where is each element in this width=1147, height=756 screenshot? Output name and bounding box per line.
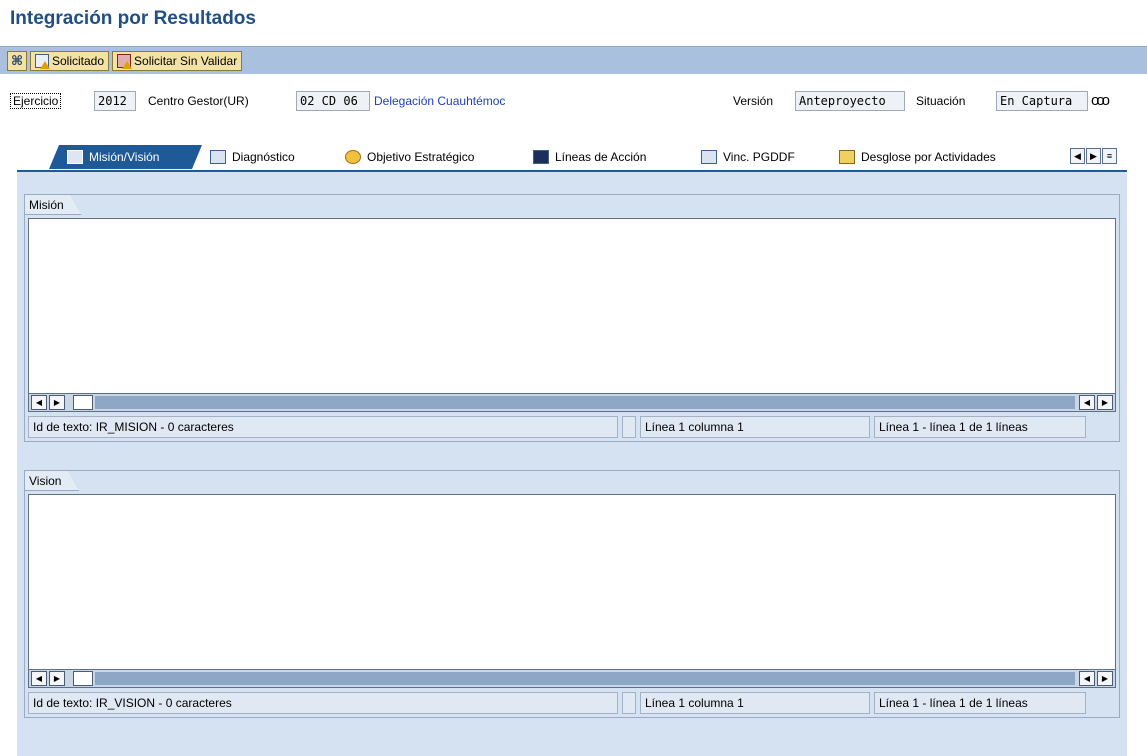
tab-objetivo-estrategico[interactable]: Objetivo Estratégico — [327, 145, 527, 169]
scroll-track[interactable] — [95, 672, 1075, 685]
tab-diagnostico[interactable]: Diagnóstico — [192, 145, 339, 169]
grid-icon — [533, 150, 549, 164]
vision-text-id: Id de texto: IR_VISION - 0 caracteres — [28, 692, 618, 714]
header-fields: Ejercicio 2012 Centro Gestor(UR) 02 CD 0… — [0, 90, 1147, 114]
application-toolbar: ⌘ Solicitado Solicitar Sin Validar — [0, 46, 1147, 74]
mision-horizontal-scrollbar[interactable]: ◀ ▶ ◀ ▶ — [29, 393, 1115, 411]
version-label: Versión — [733, 94, 774, 108]
target-icon — [345, 150, 361, 164]
tab-desglose-actividades[interactable]: Desglose por Actividades — [821, 145, 1057, 169]
scroll-right-button[interactable]: ▶ — [49, 671, 65, 686]
scroll-right-end-button[interactable]: ▶ — [1097, 671, 1113, 686]
scroll-track[interactable] — [95, 396, 1075, 409]
mision-text-id: Id de texto: IR_MISION - 0 caracteres — [28, 416, 618, 438]
tab-strip: Misión/Visión Diagnóstico Objetivo Estra… — [17, 145, 1127, 171]
mision-cursor-position: Línea 1 columna 1 — [640, 416, 870, 438]
tab-scroll-right-button[interactable]: ▶ — [1086, 148, 1101, 164]
centro-gestor-description: Delegación Cuauhtémoc — [374, 94, 506, 108]
mision-group-title: Misión — [25, 195, 82, 215]
tab-list-button[interactable]: ≡ — [1102, 148, 1117, 164]
situacion-field[interactable]: En Captura — [996, 91, 1088, 111]
solicitado-label: Solicitado — [52, 53, 105, 68]
centro-gestor-label: Centro Gestor(UR) — [148, 94, 249, 108]
mision-group: Misión ◀ ▶ ◀ ▶ Id de texto: IR_MISION - … — [24, 194, 1120, 442]
vision-cursor-position: Línea 1 columna 1 — [640, 692, 870, 714]
tab-lineas-accion[interactable]: Líneas de Acción — [515, 145, 695, 169]
pencil-icon — [839, 150, 855, 164]
vision-text-editor[interactable]: ◀ ▶ ◀ ▶ — [28, 494, 1116, 688]
status-separator — [622, 416, 636, 438]
solicitado-button[interactable]: Solicitado — [30, 50, 110, 71]
request-no-validate-icon — [117, 53, 133, 69]
vision-horizontal-scrollbar[interactable]: ◀ ▶ ◀ ▶ — [29, 669, 1115, 687]
hierarchy-button[interactable]: ⌘ — [7, 50, 27, 71]
scroll-thumb[interactable] — [73, 395, 93, 410]
page-title: Integración por Resultados — [10, 8, 256, 29]
tab-label: Desglose por Actividades — [861, 150, 996, 164]
solicitar-sin-validar-label: Solicitar Sin Validar — [134, 53, 238, 68]
vision-line-count: Línea 1 - línea 1 de 1 líneas — [874, 692, 1086, 714]
tab-scroll-left-button[interactable]: ◀ — [1070, 148, 1085, 164]
scroll-left-end-button[interactable]: ◀ — [1079, 671, 1095, 686]
tab-content-area: Misión ◀ ▶ ◀ ▶ Id de texto: IR_MISION - … — [17, 170, 1127, 756]
tab-label: Líneas de Acción — [555, 150, 647, 164]
vision-group: Vision ◀ ▶ ◀ ▶ Id de texto: IR_VISION - … — [24, 470, 1120, 718]
version-field[interactable]: Anteproyecto — [795, 91, 905, 111]
scroll-left-end-button[interactable]: ◀ — [1079, 395, 1095, 410]
status-lights-icon: ooo — [1091, 92, 1110, 109]
situacion-label: Situación — [916, 94, 966, 108]
scroll-left-button[interactable]: ◀ — [31, 395, 47, 410]
scroll-right-button[interactable]: ▶ — [49, 395, 65, 410]
centro-gestor-field[interactable]: 02 CD 06 — [296, 91, 370, 111]
hierarchy-icon: ⌘ — [10, 52, 24, 68]
tab-vinc-pgddf[interactable]: Vinc. PGDDF — [683, 145, 833, 169]
vision-status-bar: Id de texto: IR_VISION - 0 caracteres Lí… — [28, 692, 1116, 714]
window-icon — [210, 150, 226, 164]
status-separator — [622, 692, 636, 714]
solicitar-sin-validar-button[interactable]: Solicitar Sin Validar — [112, 50, 243, 71]
scroll-left-button[interactable]: ◀ — [31, 671, 47, 686]
mision-text-editor[interactable]: ◀ ▶ ◀ ▶ — [28, 218, 1116, 412]
tab-label: Vinc. PGDDF — [723, 150, 795, 164]
tab-label: Misión/Visión — [89, 150, 160, 164]
request-icon — [35, 53, 50, 69]
tab-label: Diagnóstico — [232, 150, 295, 164]
ejercicio-label[interactable]: Ejercicio — [10, 93, 62, 109]
tab-mision-vision[interactable]: Misión/Visión — [49, 145, 204, 169]
document-icon — [701, 150, 717, 164]
tab-label: Objetivo Estratégico — [367, 150, 475, 164]
people-icon — [67, 150, 83, 164]
ejercicio-field[interactable]: 2012 — [94, 91, 136, 111]
mision-line-count: Línea 1 - línea 1 de 1 líneas — [874, 416, 1086, 438]
vision-group-title: Vision — [25, 471, 79, 491]
mision-status-bar: Id de texto: IR_MISION - 0 caracteres Lí… — [28, 416, 1116, 438]
scroll-thumb[interactable] — [73, 671, 93, 686]
scroll-right-end-button[interactable]: ▶ — [1097, 395, 1113, 410]
